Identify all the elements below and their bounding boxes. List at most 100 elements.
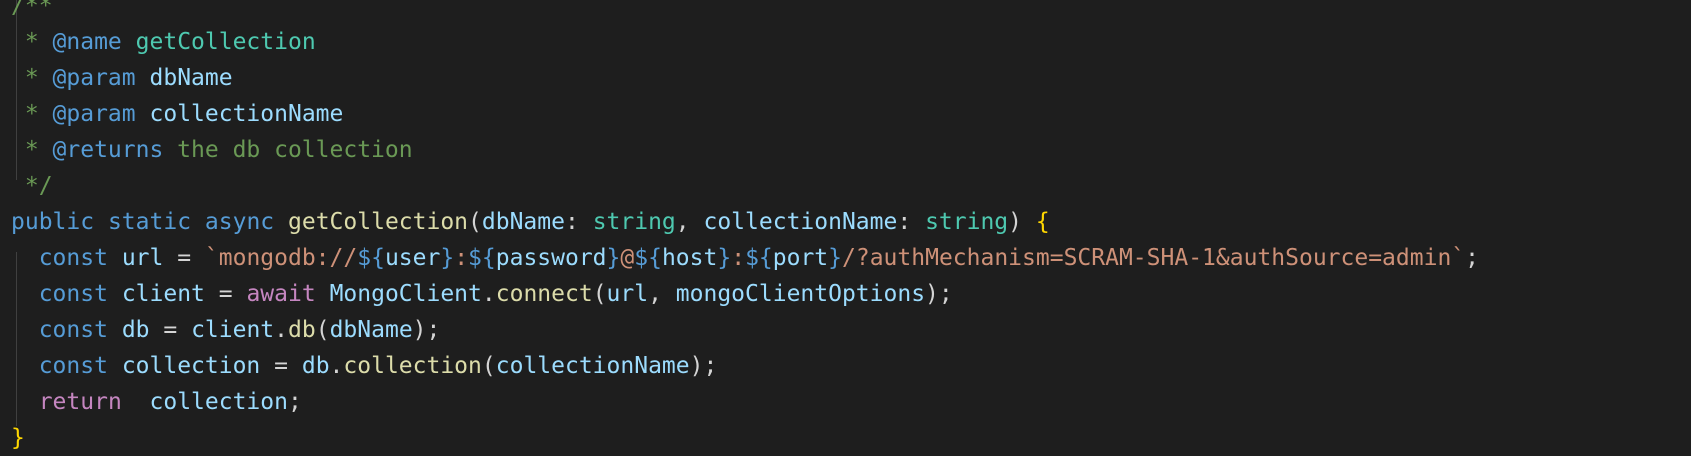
code-token: collection xyxy=(149,389,288,415)
code-token: = xyxy=(149,317,192,343)
code-token: const xyxy=(38,245,108,271)
code-token: const xyxy=(38,281,108,307)
code-token: client xyxy=(191,317,275,343)
code-line[interactable]: const collection = db.collection(collect… xyxy=(11,348,1479,384)
code-token: return xyxy=(38,389,122,415)
code-token: await xyxy=(246,281,316,307)
code-token: getCollection xyxy=(288,209,469,235)
code-token: /?authMechanism=SCRAM-SHA-1&authSource=a… xyxy=(842,245,1466,271)
code-token: * xyxy=(11,101,53,127)
code-line[interactable]: } xyxy=(11,420,1479,456)
code-token: /** xyxy=(11,0,53,19)
code-token: : xyxy=(564,209,593,235)
code-token: ); xyxy=(689,353,718,379)
code-token: `mongodb:// xyxy=(204,245,358,271)
code-token: @returns xyxy=(52,137,164,163)
code-token: ( xyxy=(481,353,496,379)
code-token: db xyxy=(288,317,316,343)
code-token: static xyxy=(107,209,192,235)
code-token: . xyxy=(481,281,496,307)
code-token: public xyxy=(11,209,95,235)
code-token: dbName xyxy=(481,209,565,235)
code-token: collectionName xyxy=(703,209,898,235)
code-line[interactable]: return collection; xyxy=(11,384,1479,420)
code-token: . xyxy=(329,353,344,379)
code-token: const xyxy=(38,317,108,343)
code-line[interactable]: public static async getCollection(dbName… xyxy=(11,204,1479,240)
code-token: } xyxy=(11,425,25,451)
code-line[interactable]: */ xyxy=(11,168,1479,204)
code-line[interactable]: const url = `mongodb://${user}:${passwor… xyxy=(11,240,1479,276)
code-token: host xyxy=(661,245,718,271)
code-token: mongoClientOptions xyxy=(675,281,926,307)
code-token: ${ xyxy=(745,245,773,271)
code-token: ( xyxy=(468,209,482,235)
code-token: ) xyxy=(1008,209,1036,235)
code-token: } xyxy=(717,245,732,271)
code-token: , xyxy=(648,281,676,307)
code-line[interactable]: const db = client.db(dbName); xyxy=(11,312,1479,348)
code-token: @name xyxy=(52,29,122,55)
code-token: collectionName xyxy=(495,353,690,379)
code-token: @ xyxy=(620,245,635,271)
code-token: ${ xyxy=(357,245,385,271)
code-token: } xyxy=(606,245,621,271)
code-token: async xyxy=(204,209,275,235)
code-token: dbName xyxy=(329,317,413,343)
code-token: : xyxy=(897,209,926,235)
code-token: : xyxy=(731,245,746,271)
code-token: collection xyxy=(343,353,482,379)
code-token: the db collection xyxy=(163,137,413,163)
code-token: = xyxy=(204,281,247,307)
code-token: . xyxy=(274,317,289,343)
code-token: } xyxy=(828,245,843,271)
code-token: } xyxy=(440,245,455,271)
code-token: , xyxy=(675,209,704,235)
code-line[interactable]: * @name getCollection xyxy=(11,24,1479,60)
code-line[interactable]: const client = await MongoClient.connect… xyxy=(11,276,1479,312)
code-token: const xyxy=(38,353,108,379)
code-token: @param xyxy=(52,65,136,91)
code-token: ; xyxy=(287,389,302,415)
code-token: ${ xyxy=(634,245,662,271)
code-token: ( xyxy=(592,281,607,307)
code-line[interactable]: * @param dbName xyxy=(11,60,1479,96)
code-token: @param xyxy=(52,101,136,127)
code-token: port xyxy=(772,245,829,271)
code-editor[interactable]: /** * @name getCollection * @param dbNam… xyxy=(0,0,1691,454)
code-token: ${ xyxy=(468,245,496,271)
code-token: * xyxy=(11,29,53,55)
code-line[interactable]: * @returns the db collection xyxy=(11,132,1479,168)
code-token: collectionName xyxy=(149,101,344,127)
code-token: url xyxy=(121,245,164,271)
code-token: = xyxy=(260,353,302,379)
code-token: ( xyxy=(315,317,330,343)
code-token: { xyxy=(1035,209,1050,235)
code-token: password xyxy=(495,245,607,271)
code-token: : xyxy=(454,245,469,271)
code-token: db xyxy=(301,353,330,379)
code-token: ; xyxy=(1465,245,1479,271)
code-line[interactable]: * @param collectionName xyxy=(11,96,1479,132)
code-line[interactable]: /** xyxy=(11,0,1479,24)
code-token: url xyxy=(606,281,649,307)
code-token: * xyxy=(11,137,53,163)
code-token: dbName xyxy=(149,65,233,91)
code-token: string xyxy=(925,209,1009,235)
code-token: ); xyxy=(412,317,441,343)
code-content[interactable]: /** * @name getCollection * @param dbNam… xyxy=(11,0,1479,456)
